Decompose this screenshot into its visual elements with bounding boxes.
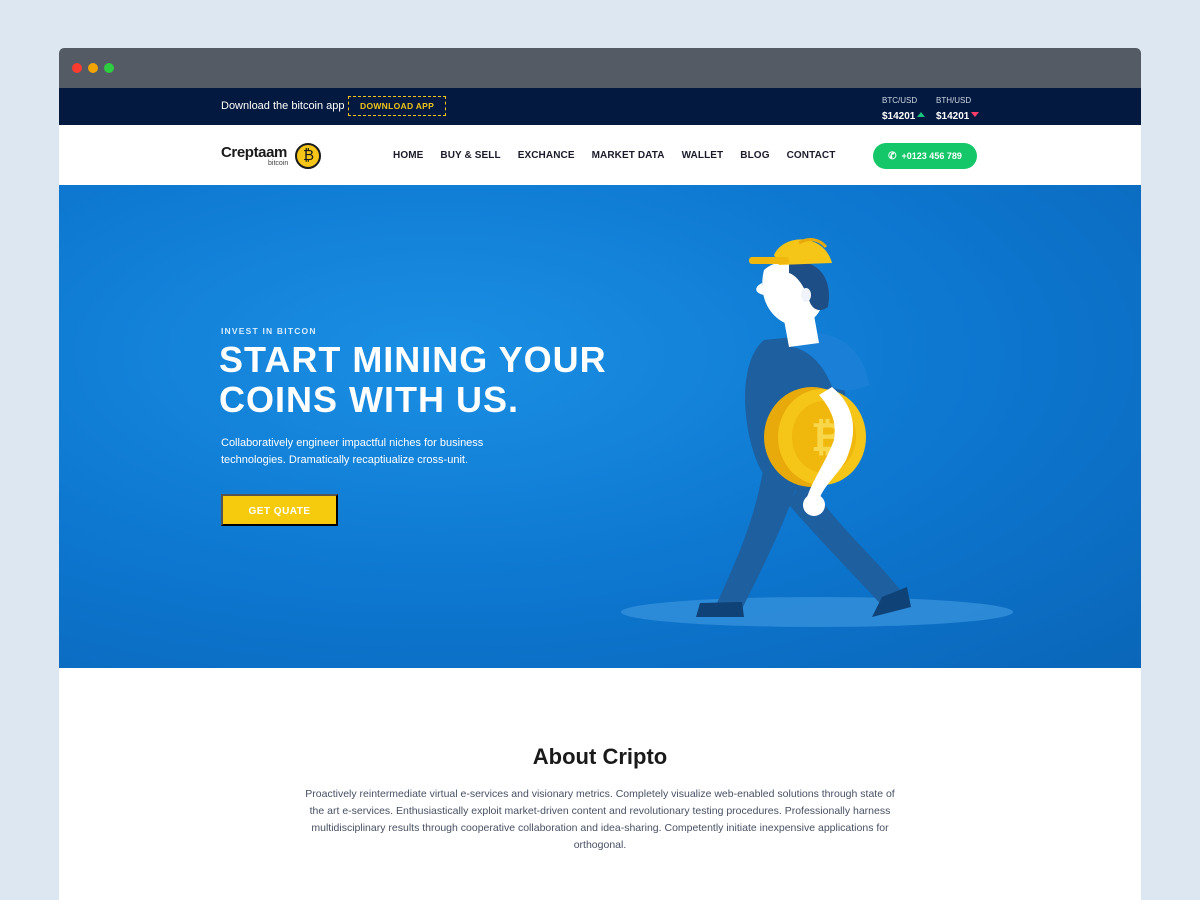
ticker-bth-usd: BTH/USD $14201	[936, 96, 986, 124]
logo-subtext: bitcoin	[268, 160, 289, 167]
phone-icon: ✆	[888, 151, 897, 162]
hero-eyebrow: INVEST IN BITCON	[221, 326, 317, 336]
ticker-pair: BTH/USD	[936, 96, 972, 105]
maximize-window-dot[interactable]	[104, 63, 114, 73]
about-body: Proactively reintermediate virtual e-ser…	[305, 788, 895, 851]
miner-carrying-coin-illustration: ₿	[621, 238, 1013, 627]
site-logo[interactable]: Creptaam bitcoin	[221, 142, 323, 170]
nav-item-wallet[interactable]: WALLET	[682, 150, 724, 161]
nav-item-blog[interactable]: BLOG	[740, 150, 769, 161]
ticker-price: $14201	[882, 111, 916, 122]
bitcoin-coin-icon	[295, 143, 321, 169]
ticker-price: $14201	[936, 111, 970, 122]
ticker-btc-usd: BTC/USD $14201	[882, 96, 932, 124]
nav-item-buy-sell[interactable]: BUY & SELL	[440, 150, 500, 161]
app-promo-text: Download the bitcoin app	[221, 100, 345, 112]
top-bar: Download the bitcoin app DOWNLOAD APP BT…	[59, 88, 1141, 125]
hero-headline-line2: COINS WITH US.	[219, 379, 519, 420]
main-navbar: Creptaam bitcoin HOME BUY & SELL EXCHANC…	[59, 125, 1141, 185]
phone-number: +0123 456 789	[901, 151, 962, 161]
hero-section: INVEST IN BITCON START MINING YOUR COINS…	[59, 185, 1141, 668]
nav-item-market-data[interactable]: MARKET DATA	[592, 150, 665, 161]
ticker-pair: BTC/USD	[882, 96, 918, 105]
trend-down-icon	[971, 112, 980, 118]
nav-item-contact[interactable]: CONTACT	[787, 150, 836, 161]
about-section: About Cripto Proactively reintermediate …	[59, 668, 1141, 900]
browser-titlebar	[59, 48, 1141, 88]
close-window-dot[interactable]	[72, 63, 82, 73]
nav-item-exchange[interactable]: EXCHANCE	[518, 150, 575, 161]
download-app-button[interactable]: DOWNLOAD APP	[348, 96, 447, 116]
nav-item-home[interactable]: HOME	[393, 150, 423, 161]
logo-wordmark: Creptaam	[221, 144, 287, 161]
minimize-window-dot[interactable]	[88, 63, 98, 73]
phone-call-button[interactable]: ✆ +0123 456 789	[873, 143, 977, 169]
hero-description: Collaboratively engineer impactful niche…	[221, 437, 484, 466]
get-quote-button[interactable]: GET QUATE	[221, 494, 338, 526]
main-menu: HOME BUY & SELL EXCHANCE MARKET DATA WAL…	[393, 150, 852, 161]
browser-window: Download the bitcoin app DOWNLOAD APP BT…	[59, 48, 1141, 900]
about-title: About Cripto	[532, 744, 668, 769]
hero-headline-line1: START MINING YOUR	[219, 339, 607, 380]
trend-up-icon	[917, 112, 926, 118]
hero-headline: START MINING YOUR COINS WITH US.	[219, 340, 659, 420]
